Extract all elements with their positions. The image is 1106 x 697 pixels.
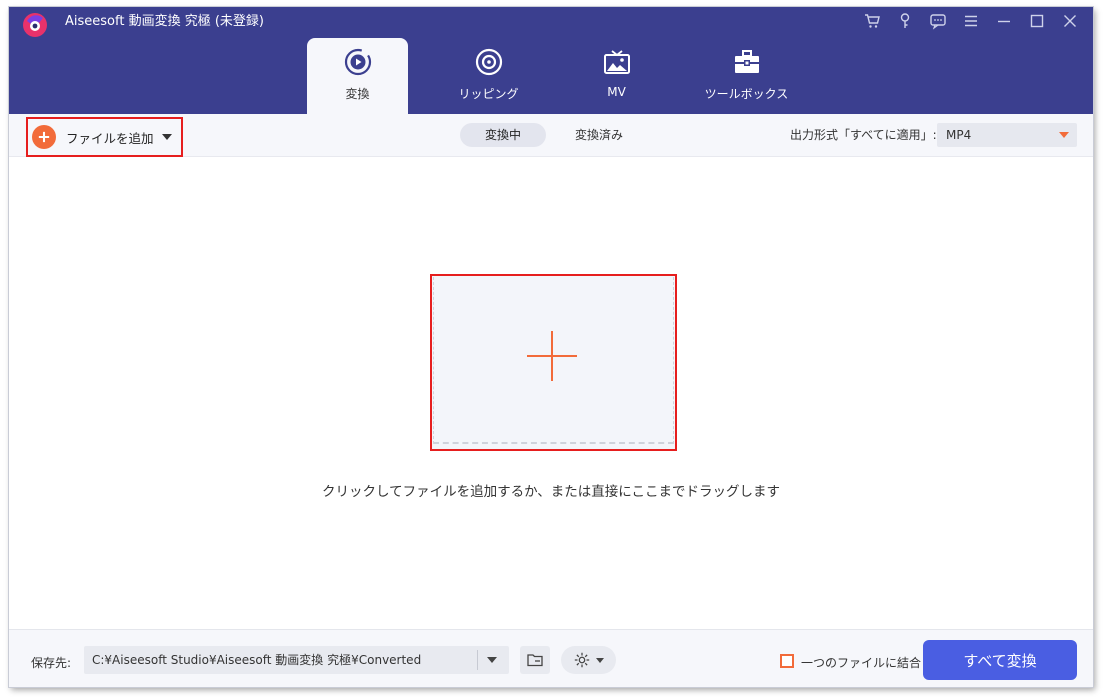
toolbox-icon — [734, 50, 759, 73]
open-folder-button[interactable] — [520, 646, 550, 674]
toolbar: ファイルを追加 変換中 変換済み 出力形式「すべてに適用」: MP4 — [9, 114, 1093, 157]
add-file-button[interactable]: ファイルを追加 — [26, 117, 183, 157]
tab-converted[interactable]: 変換済み — [556, 123, 642, 147]
tab-mv-label: MV — [607, 85, 626, 99]
app-logo — [21, 11, 49, 39]
ripper-icon — [475, 48, 502, 76]
merge-label: 一つのファイルに結合 — [801, 656, 922, 670]
output-format-value: MP4 — [946, 128, 972, 142]
app-window: Aiseesoft 動画変換 究極 (未登録) 変換 リッピング MV ツールボ… — [9, 7, 1093, 687]
tab-convert[interactable]: 変換 — [307, 38, 408, 114]
output-format-select[interactable]: MP4 — [937, 123, 1077, 147]
app-title: Aiseesoft 動画変換 究極 (未登録) — [65, 14, 264, 29]
save-to-label: 保存先: — [31, 656, 72, 670]
maximize-icon[interactable] — [1024, 10, 1050, 32]
chevron-down-icon — [596, 657, 604, 663]
merge-checkbox[interactable] — [780, 654, 794, 668]
plus-icon-vertical — [551, 331, 553, 381]
settings-button[interactable] — [561, 646, 616, 674]
tab-ripper-label: リッピング — [458, 87, 519, 101]
close-icon[interactable] — [1057, 10, 1083, 32]
convert-icon — [344, 48, 371, 76]
convert-all-button[interactable]: すべて変換 — [923, 640, 1077, 680]
chevron-down-icon[interactable] — [487, 657, 497, 663]
tab-converting[interactable]: 変換中 — [460, 123, 546, 147]
chevron-down-icon — [1059, 132, 1069, 138]
save-path-field[interactable]: C:¥Aiseesoft Studio¥Aiseesoft 動画変換 究極¥Co… — [84, 646, 509, 674]
add-file-label: ファイルを追加 — [66, 130, 154, 146]
mv-icon — [603, 50, 630, 74]
chevron-down-icon[interactable] — [161, 134, 172, 140]
title-bar: Aiseesoft 動画変換 究極 (未登録) 変換 リッピング MV ツールボ… — [9, 7, 1093, 114]
key-icon[interactable] — [892, 10, 918, 32]
minimize-icon[interactable] — [991, 10, 1017, 32]
tab-ripper[interactable]: リッピング — [438, 38, 539, 114]
menu-icon[interactable] — [958, 10, 984, 32]
tab-toolbox[interactable]: ツールボックス — [696, 38, 797, 114]
plus-icon — [32, 125, 56, 149]
tab-mv[interactable]: MV — [566, 38, 667, 114]
tab-convert-label: 変換 — [345, 87, 370, 101]
cart-icon[interactable] — [859, 10, 885, 32]
drop-zone-border — [433, 277, 674, 444]
folder-icon — [527, 654, 543, 667]
drop-hint: クリックしてファイルを追加するか、または直接にここまでドラッグします — [321, 484, 781, 500]
divider — [477, 650, 478, 670]
add-file-drop-zone[interactable] — [430, 274, 677, 451]
tab-toolbox-label: ツールボックス — [704, 87, 789, 101]
footer-bar: 保存先: C:¥Aiseesoft Studio¥Aiseesoft 動画変換 … — [9, 629, 1093, 687]
file-list-area: クリックしてファイルを追加するか、または直接にここまでドラッグします — [9, 157, 1093, 629]
feedback-icon[interactable] — [925, 10, 951, 32]
save-path-text: C:¥Aiseesoft Studio¥Aiseesoft 動画変換 究極¥Co… — [92, 653, 422, 667]
output-format-label: 出力形式「すべてに適用」: — [790, 128, 937, 142]
gear-icon — [574, 652, 590, 668]
